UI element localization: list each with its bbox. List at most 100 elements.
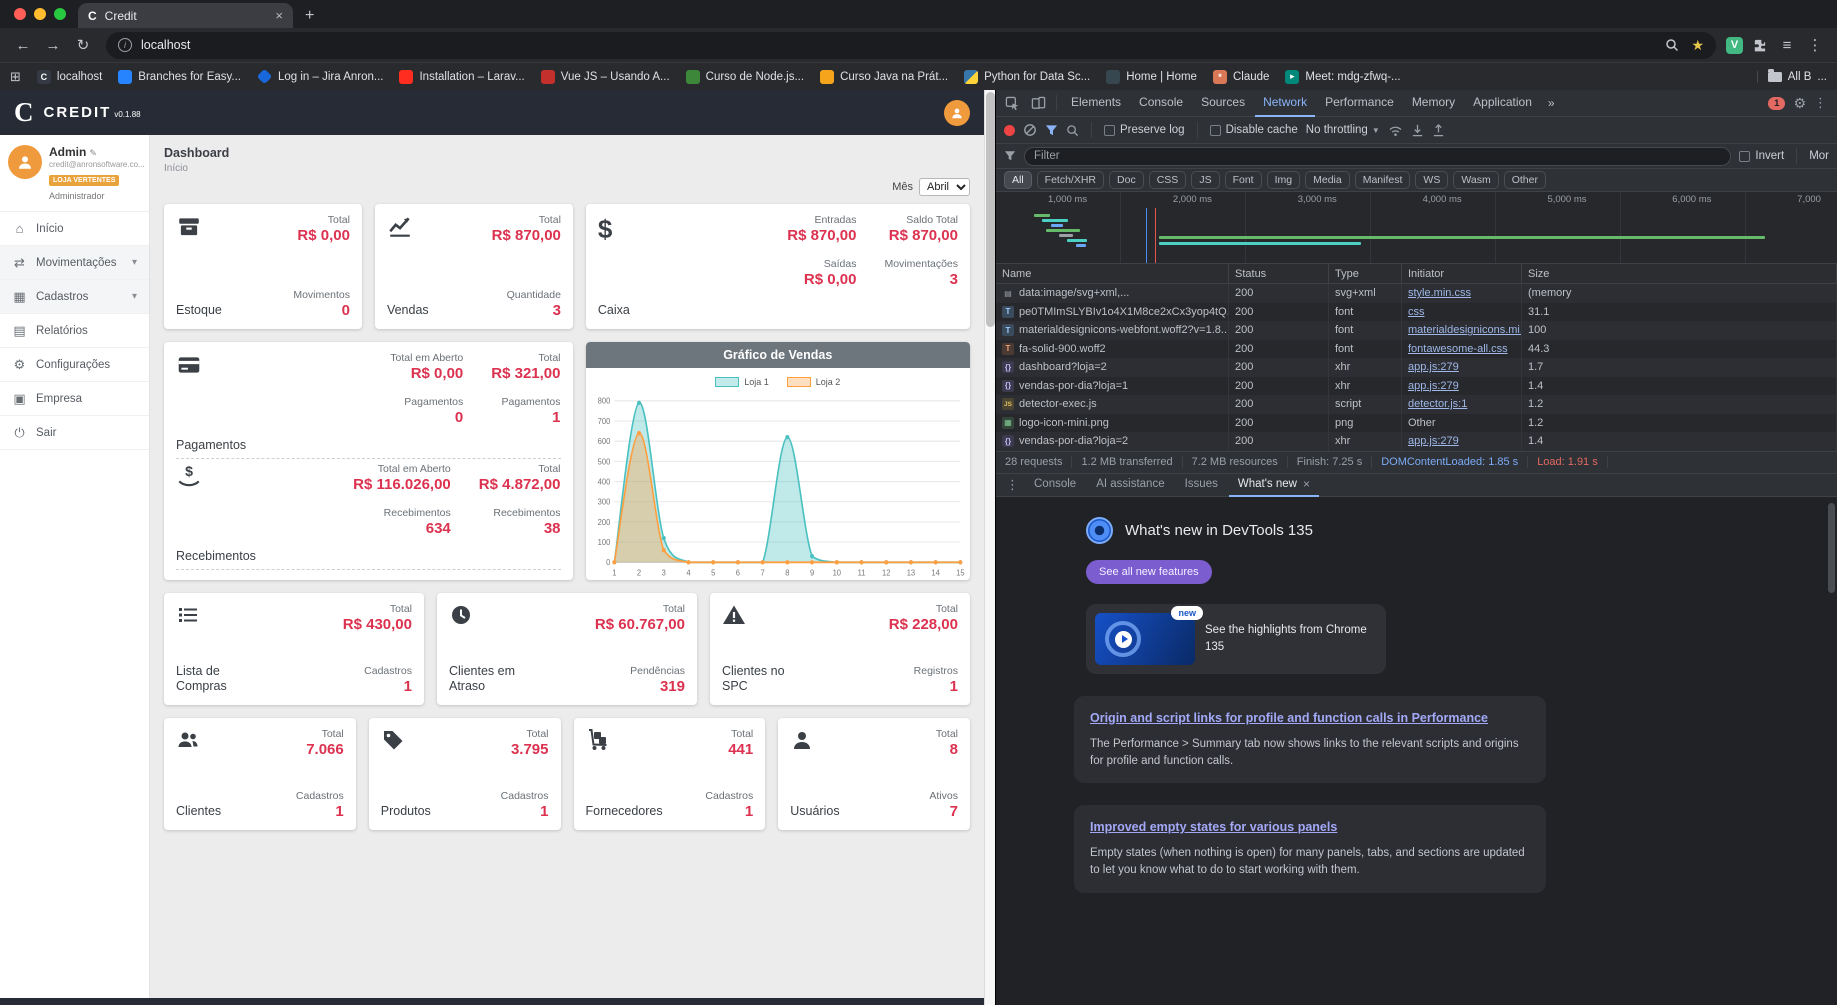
disable-cache-checkbox[interactable]: Disable cache bbox=[1209, 124, 1298, 136]
browser-menu-icon[interactable]: ≡ bbox=[1775, 33, 1799, 57]
column-header[interactable]: Status bbox=[1229, 264, 1329, 283]
extensions-puzzle-icon[interactable] bbox=[1747, 33, 1771, 57]
network-request-row[interactable]: Tmaterialdesignicons-webfont.woff2?v=1.8… bbox=[996, 321, 1837, 340]
bookmark-item[interactable]: Curso Java na Prát... bbox=[813, 67, 955, 87]
reload-button[interactable]: ↻ bbox=[70, 32, 96, 58]
devtools-tab[interactable]: Elements bbox=[1063, 90, 1129, 117]
sidebar-menu-item[interactable]: ▦ Cadastros ▾ bbox=[0, 280, 149, 314]
play-icon[interactable] bbox=[1115, 630, 1132, 648]
sidebar-menu-item[interactable]: ⏻ Sair ▾ bbox=[0, 416, 149, 450]
network-request-row[interactable]: {} dashboard?loja=2 200 xhr app.js:279 1.… bbox=[996, 358, 1837, 377]
new-tab-button[interactable]: + bbox=[293, 3, 326, 28]
request-initiator[interactable]: detector.js:1 bbox=[1408, 398, 1467, 410]
bookmark-item[interactable]: Log in – Jira Anron... bbox=[250, 68, 390, 86]
filter-chip[interactable]: Doc bbox=[1109, 171, 1144, 189]
sidebar-menu-item[interactable]: ⌂ Início ▾ bbox=[0, 212, 149, 246]
bookmark-item[interactable]: Vue JS – Usando A... bbox=[534, 67, 677, 87]
network-request-row[interactable]: JS detector-exec.js 200 script detector.j… bbox=[996, 395, 1837, 414]
back-button[interactable]: ← bbox=[10, 32, 36, 58]
filter-chip[interactable]: JS bbox=[1191, 171, 1220, 189]
request-initiator[interactable]: style.min.css bbox=[1408, 287, 1471, 299]
bookmark-item[interactable]: ▸ Meet: mdg-zfwq-... bbox=[1278, 67, 1407, 87]
network-request-row[interactable]: {} vendas-por-dia?loja=1 200 xhr app.js:2… bbox=[996, 376, 1837, 395]
devtools-menu-icon[interactable]: ⋮ bbox=[1814, 95, 1827, 111]
edit-pencil-icon[interactable]: ✎ bbox=[89, 148, 97, 158]
close-tab-icon[interactable]: × bbox=[1303, 477, 1310, 491]
network-overview[interactable]: 1,000 ms 2,000 ms 3,000 ms 4,000 ms 5,00… bbox=[996, 192, 1837, 264]
sidebar-menu-item[interactable]: ▣ Empresa ▾ bbox=[0, 382, 149, 416]
filter-input[interactable] bbox=[1024, 146, 1732, 166]
more-options-icon[interactable]: ⋮ bbox=[1803, 33, 1827, 57]
network-request-row[interactable]: ▦ logo-icon-mini.png 200 png Other 1.2 bbox=[996, 413, 1837, 432]
forward-button[interactable]: → bbox=[40, 32, 66, 58]
bookmark-item[interactable]: Home | Home bbox=[1099, 67, 1204, 87]
minimize-window-button[interactable] bbox=[34, 8, 46, 20]
import-har-icon[interactable] bbox=[1411, 124, 1424, 137]
drawer-tab[interactable]: AI assistance × bbox=[1087, 473, 1173, 497]
column-header[interactable]: Name bbox=[996, 264, 1229, 283]
drawer-tab[interactable]: Console × bbox=[1025, 473, 1085, 497]
window-controls[interactable] bbox=[6, 0, 78, 28]
invert-checkbox[interactable]: Invert bbox=[1739, 150, 1784, 162]
see-all-features-button[interactable]: See all new features bbox=[1086, 559, 1212, 584]
highlight-video-card[interactable]: new See the highlights from Chrome 135 bbox=[1086, 603, 1386, 674]
close-window-button[interactable] bbox=[14, 8, 26, 20]
request-initiator[interactable]: app.js:279 bbox=[1408, 361, 1459, 373]
filter-chip[interactable]: Media bbox=[1305, 171, 1350, 189]
bookmark-item[interactable]: C localhost bbox=[30, 67, 109, 87]
request-initiator[interactable]: app.js:279 bbox=[1408, 435, 1459, 447]
filter-chip[interactable]: WS bbox=[1415, 171, 1449, 189]
browser-tab[interactable]: C Credit × bbox=[78, 3, 293, 28]
preserve-log-checkbox[interactable]: Preserve log bbox=[1104, 124, 1185, 136]
drawer-scrollbar-thumb[interactable] bbox=[1828, 502, 1835, 593]
clear-network-log-icon[interactable] bbox=[1023, 123, 1037, 137]
export-har-icon[interactable] bbox=[1432, 123, 1445, 137]
legend-item[interactable]: Loja 2 bbox=[786, 377, 840, 387]
sidebar-menu-item[interactable]: ⚙ Configurações ▾ bbox=[0, 348, 149, 382]
filter-chip[interactable]: All bbox=[1004, 171, 1032, 189]
devtools-tab[interactable]: Console bbox=[1131, 90, 1191, 117]
address-bar[interactable]: i localhost ★ bbox=[106, 31, 1716, 59]
filter-chip[interactable]: CSS bbox=[1148, 171, 1187, 189]
devtools-tab[interactable]: Application bbox=[1465, 90, 1540, 117]
more-tabs-icon[interactable]: » bbox=[1542, 96, 1561, 110]
checkbox[interactable] bbox=[1739, 150, 1751, 162]
error-count-badge[interactable]: 1 bbox=[1768, 96, 1786, 110]
bookmark-item[interactable]: Curso de Node.js... bbox=[679, 67, 811, 87]
month-select[interactable]: Abril bbox=[919, 178, 970, 196]
filter-funnel-icon[interactable] bbox=[1045, 124, 1058, 137]
inspect-element-icon[interactable] bbox=[1000, 92, 1024, 114]
request-initiator[interactable]: app.js:279 bbox=[1408, 380, 1459, 392]
network-request-row[interactable]: Tpe0TMImSLYBIv1o4X1M8ce2xCx3yop4tQ... 20… bbox=[996, 302, 1837, 321]
maximize-window-button[interactable] bbox=[54, 8, 66, 20]
filter-chip[interactable]: Other bbox=[1503, 171, 1546, 189]
filter-chip[interactable]: Manifest bbox=[1354, 171, 1411, 189]
checkbox[interactable] bbox=[1104, 124, 1115, 136]
feature-link[interactable]: Improved empty states for various panels bbox=[1090, 820, 1337, 834]
request-initiator[interactable]: css bbox=[1408, 306, 1425, 318]
request-initiator[interactable]: materialdesignicons.mi... bbox=[1408, 324, 1521, 336]
bookmark-item[interactable]: Installation – Larav... bbox=[392, 67, 531, 87]
avatar[interactable] bbox=[8, 145, 42, 179]
filter-chip[interactable]: Wasm bbox=[1453, 171, 1499, 189]
video-thumbnail[interactable]: new bbox=[1095, 605, 1203, 665]
sales-chart[interactable]: 01002003004005006007008001 2 3 4 5 6 7 8 9 10 11 12… bbox=[586, 392, 971, 580]
bookmark-item[interactable]: Branches for Easy... bbox=[111, 67, 248, 87]
request-initiator[interactable]: Other bbox=[1408, 417, 1436, 429]
filter-chip[interactable]: Font bbox=[1224, 171, 1262, 189]
devtools-tab[interactable]: Network bbox=[1255, 90, 1316, 117]
network-request-row[interactable]: {} vendas-por-dia?loja=2 200 xhr app.js:2… bbox=[996, 432, 1837, 451]
more-filters-label[interactable]: Mor bbox=[1809, 150, 1829, 162]
sidebar-menu-item[interactable]: ⇄ Movimentações ▾ bbox=[0, 246, 149, 280]
drawer-menu-icon[interactable]: ⋮ bbox=[1002, 477, 1023, 493]
vue-devtools-extension-icon[interactable]: V bbox=[1726, 36, 1743, 54]
column-header[interactable]: Size bbox=[1522, 264, 1837, 283]
search-network-icon[interactable] bbox=[1066, 124, 1079, 137]
tab-close-icon[interactable]: × bbox=[275, 8, 283, 23]
search-lens-icon[interactable] bbox=[1665, 38, 1679, 52]
network-request-row[interactable]: Tfa-solid-900.woff2 200 font fontawesome… bbox=[996, 339, 1837, 358]
devtools-tab[interactable]: Performance bbox=[1317, 90, 1402, 117]
filter-chip[interactable]: Img bbox=[1266, 171, 1301, 189]
column-header[interactable]: Type bbox=[1329, 264, 1402, 283]
site-info-icon[interactable]: i bbox=[118, 38, 132, 52]
